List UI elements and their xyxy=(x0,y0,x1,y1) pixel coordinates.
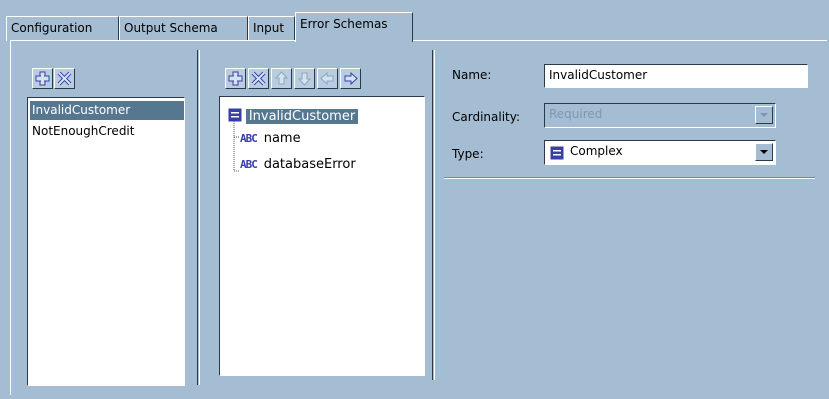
move-up-button[interactable] xyxy=(271,68,292,89)
tree-node[interactable]: ABC name xyxy=(240,128,304,148)
schema-list[interactable]: InvalidCustomer NotEnoughCredit xyxy=(27,97,185,386)
move-left-button[interactable] xyxy=(317,68,338,89)
form-separator xyxy=(444,177,815,179)
plus-icon xyxy=(228,71,243,86)
add-schema-button[interactable] xyxy=(32,68,53,89)
string-type-icon: ABC xyxy=(240,158,258,171)
tree-node-label[interactable]: name xyxy=(261,131,304,146)
right-splitter[interactable] xyxy=(432,50,435,380)
complex-type-icon xyxy=(228,108,242,122)
string-type-icon: ABC xyxy=(240,132,258,145)
type-label: Type: xyxy=(452,147,484,161)
list-item[interactable]: InvalidCustomer xyxy=(30,101,184,120)
tree-node-label[interactable]: InvalidCustomer xyxy=(245,109,359,124)
arrow-down-icon xyxy=(297,72,312,86)
list-item[interactable]: NotEnoughCredit xyxy=(30,122,136,141)
tab-configuration[interactable]: Configuration xyxy=(6,16,119,41)
tab-input[interactable]: Input xyxy=(248,16,295,41)
delete-schema-button[interactable] xyxy=(54,68,75,89)
tree-node-root[interactable]: InvalidCustomer xyxy=(228,106,359,126)
add-element-button[interactable] xyxy=(225,68,246,89)
tab-output-schema[interactable]: Output Schema xyxy=(119,16,248,41)
cardinality-select[interactable]: Required xyxy=(544,103,776,128)
tab-error-schemas[interactable]: Error Schemas xyxy=(295,12,413,42)
complex-type-icon xyxy=(550,146,564,160)
arrow-left-icon xyxy=(320,71,334,86)
tree-node[interactable]: ABC databaseError xyxy=(240,154,359,174)
cardinality-dropdown-button[interactable] xyxy=(755,106,773,124)
name-label: Name: xyxy=(452,68,492,82)
cardinality-label: Cardinality: xyxy=(452,110,521,124)
delete-element-button[interactable] xyxy=(248,68,269,89)
name-field[interactable]: InvalidCustomer xyxy=(544,64,808,88)
type-value: Complex xyxy=(570,144,623,158)
tab-strip: Configuration Output Schema Input Error … xyxy=(0,0,829,42)
cardinality-value: Required xyxy=(549,107,603,121)
left-splitter[interactable] xyxy=(197,50,200,385)
arrow-right-icon xyxy=(344,71,358,86)
move-right-button[interactable] xyxy=(340,68,361,89)
chevron-down-icon xyxy=(760,150,768,154)
type-select[interactable]: Complex xyxy=(544,140,776,165)
arrow-up-icon xyxy=(274,71,289,85)
tree-node-label[interactable]: databaseError xyxy=(261,157,359,172)
plus-icon xyxy=(35,71,50,86)
delete-x-icon xyxy=(57,71,72,86)
schema-tree[interactable]: InvalidCustomer ABC name ABC databaseErr… xyxy=(219,96,425,376)
chevron-down-icon xyxy=(760,113,768,117)
delete-x-icon xyxy=(251,71,266,86)
type-dropdown-button[interactable] xyxy=(755,143,773,161)
move-down-button[interactable] xyxy=(294,68,315,89)
